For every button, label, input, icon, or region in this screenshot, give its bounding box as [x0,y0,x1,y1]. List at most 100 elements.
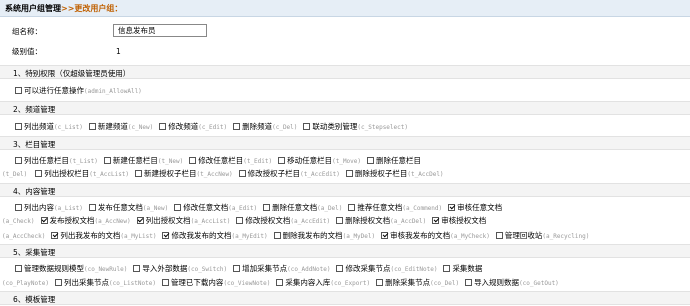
permission-item[interactable]: 导入外部数据(co_Switch) [133,262,227,276]
permission-checkbox[interactable] [162,232,170,239]
permission-item[interactable]: 删除频道(c_Del) [233,120,297,134]
permission-checkbox[interactable] [15,157,22,164]
permission-checkbox[interactable] [133,265,141,272]
permission-checkbox[interactable] [367,157,375,164]
permission-item[interactable]: 修改授权子栏目(t_AccEdit) [238,167,340,181]
permission-checkbox[interactable] [273,232,281,239]
permission-item[interactable]: 新建频道(c_New) [88,120,153,134]
permission-item[interactable]: 管理回收站(a_Recycling) [495,229,589,243]
permission-checkbox[interactable] [135,170,143,177]
permission-checkbox[interactable] [443,265,451,272]
permission-checkbox[interactable] [345,170,353,177]
permission-checkbox[interactable] [189,157,197,164]
permission-item[interactable]: 删除任意栏目 [367,154,421,167]
permission-item[interactable]: 修改采集节点(co_EditNote) [336,262,437,276]
permission-checkbox[interactable] [88,204,96,211]
permission-item[interactable]: 管理已下载内容(co_ViewNote) [161,276,270,290]
permission-label: 新建授权子栏目 [144,169,197,178]
permission-checkbox[interactable] [448,204,456,211]
permission-item[interactable]: 采集内容入库(co_Export) [276,276,370,290]
permission-checkbox[interactable] [303,123,311,130]
permission-item[interactable]: 修改授权文档(a_AccEdit) [236,214,330,228]
permission-checkbox[interactable] [495,232,503,239]
permission-item[interactable]: 列出内容(a_List) [15,201,83,215]
permission-label: 删除我发布的文档 [282,231,343,240]
permission-checkbox[interactable] [465,279,473,286]
page-subtitle: 更改用户组： [74,4,123,13]
permission-item[interactable]: 删除任意文档(a_Del) [263,201,342,215]
permission-checkbox[interactable] [236,217,244,224]
permission-item[interactable]: 修改频道(c_Edit) [159,120,227,134]
permission-checkbox[interactable] [103,157,111,164]
permission-label: 列出频道 [24,122,54,131]
permission-checkbox[interactable] [336,265,344,272]
permission-item[interactable]: 删除我发布的文档(a_MyDel) [273,229,375,243]
permission-item[interactable]: 移动任意栏目(t_Move) [278,154,361,168]
permission-label: 采集数据 [452,264,483,273]
permission-item[interactable]: 新建任意栏目(t_New) [103,154,184,168]
permission-checkbox[interactable] [51,232,59,239]
permission-checkbox[interactable] [15,204,22,211]
permission-item[interactable]: 审核任意文档 [448,201,502,214]
permission-item[interactable]: 列出授权栏目(t_AccList) [35,167,129,181]
permission-item[interactable]: 删除授权子栏目(t_AccDel) [345,167,444,181]
permission-item[interactable]: 删除授权文档(a_AccDel) [336,214,426,228]
permission-checkbox[interactable] [348,204,356,211]
permission-item[interactable]: 修改任意文档(a_Edit) [174,201,257,215]
permission-item[interactable]: 增加采集节点(co_AddNote) [233,262,330,276]
permission-item[interactable]: 审核授权文档 [432,214,486,227]
permission-label: 修改频道 [168,122,199,131]
permission-checkbox[interactable] [88,123,96,130]
permission-item[interactable]: 推荐任意文档(a_Commend) [348,201,442,215]
permission-label: 可以进行任意操作 [24,86,84,95]
permission-label: 列出授权文档 [145,216,191,225]
permission-item[interactable]: 列出授权文档(a_AccList) [136,214,230,228]
permission-checkbox[interactable] [161,279,169,286]
permission-checkbox[interactable] [159,123,167,130]
permission-item[interactable]: 可以进行任意操作(admin_AllowAll) [15,84,142,98]
permission-checkbox[interactable] [278,157,286,164]
permission-item[interactable]: 联动类别管理(c_Stepselect) [303,120,408,134]
permission-item[interactable]: 删除采集节点(co_Del) [376,276,459,290]
group-name-label: 组名称： [12,27,42,36]
permission-item[interactable]: 管理数据规则模型(co_NewRule) [15,262,127,276]
permission-checkbox[interactable] [336,217,344,224]
permission-checkbox[interactable] [15,123,22,130]
permission-checkbox[interactable] [40,217,48,224]
permission-label: 列出采集节点 [63,278,109,287]
permission-item[interactable]: 新建授权子栏目(t_AccNew) [135,167,233,181]
group-name-input[interactable]: 信息发布员 [113,24,207,37]
permission-item[interactable]: 列出频道(c_List) [15,120,83,134]
permission-item[interactable]: 修改我发布的文档(a_MyEdit) [162,229,268,243]
permission-checkbox[interactable] [174,204,182,211]
permission-checkbox[interactable] [376,279,384,286]
permission-checkbox[interactable] [233,123,241,130]
permission-checkbox[interactable] [15,265,22,272]
permission-checkbox[interactable] [263,204,271,211]
perm-group-content-1: 列出内容(a_List) 发布任意文档(a_New) 修改任意文档(a_Edit) 删… [15,201,690,215]
permission-checkbox[interactable] [276,279,284,286]
permission-checkbox[interactable] [54,279,62,286]
permission-checkbox[interactable] [136,217,144,224]
permission-checkbox[interactable] [233,265,241,272]
permission-code: (t_List) [69,158,98,165]
permission-item[interactable]: 列出采集节点(co_ListNote) [54,276,156,290]
section-collect: 5、采集管理 [0,244,690,258]
permission-item[interactable]: 列出任意栏目(t_List) [15,154,98,168]
permission-checkbox[interactable] [15,87,22,94]
permission-checkbox[interactable] [381,232,389,239]
permission-item[interactable]: 修改任意栏目(t_Edit) [189,154,272,168]
permission-checkbox[interactable] [432,217,440,224]
permission-item[interactable]: 导入规则数据(co_GetOut) [465,276,559,290]
permission-label: 修改任意文档 [183,203,229,212]
permission-code: (t_New) [157,158,184,165]
permission-checkbox[interactable] [35,170,43,177]
permission-item[interactable]: 审核我发布的文档(a_MyCheck) [381,229,490,243]
permission-item[interactable]: 列出我发布的文档(a_MyList) [51,229,156,243]
permission-item[interactable]: 发布任意文档(a_New) [88,201,168,215]
permission-code: (admin_AllowAll) [84,88,142,95]
permission-item[interactable]: 发布授权文档(a_AccNew) [40,214,131,228]
permission-item[interactable]: 采集数据 [443,262,482,275]
permission-checkbox[interactable] [238,170,246,177]
perm-group-column-2: (t_Del) 列出授权栏目(t_AccList) 新建授权子栏目(t_AccNew… [0,167,690,181]
